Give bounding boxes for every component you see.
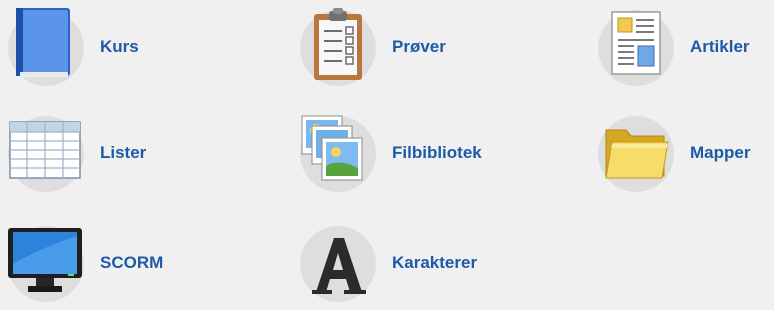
tile-lister[interactable]: Lister: [8, 116, 258, 200]
pictures-icon: [301, 115, 363, 181]
tile-label: Prøver: [392, 37, 446, 56]
letter-a-icon: [312, 238, 366, 294]
tile-scorm[interactable]: SCORM: [8, 226, 258, 310]
tile-label: Mapper: [690, 143, 751, 162]
tile-label: Filbibliotek: [392, 143, 482, 162]
folder-icon: [605, 129, 669, 179]
article-icon: [611, 11, 661, 75]
tile-label: SCORM: [100, 253, 164, 272]
tile-artikler[interactable]: Artikler: [598, 10, 774, 94]
book-icon: [16, 8, 70, 77]
clipboard-icon: [314, 8, 362, 80]
tile-mapper[interactable]: Mapper: [598, 116, 774, 200]
tile-karakterer[interactable]: Karakterer: [300, 226, 550, 310]
table-icon: [9, 121, 81, 179]
tile-filbibliotek[interactable]: Filbibliotek: [300, 115, 550, 200]
tile-label: Karakterer: [392, 253, 478, 272]
tile-prover[interactable]: Prøver: [300, 8, 550, 94]
tile-kurs[interactable]: Kurs: [8, 8, 258, 94]
tile-label: Artikler: [690, 37, 750, 56]
monitor-icon: [8, 228, 82, 292]
tile-label: Kurs: [100, 37, 139, 56]
tile-label: Lister: [100, 143, 147, 162]
content-type-grid: Kurs Prøver Artikler Lister Filbibliotek…: [0, 0, 774, 302]
